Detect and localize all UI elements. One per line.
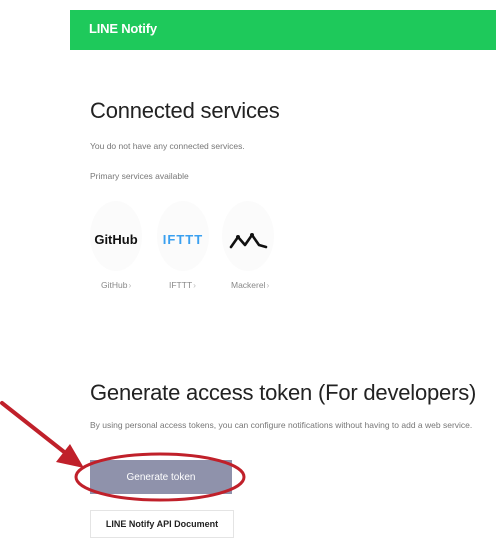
api-document-link[interactable]: LINE Notify API Document — [90, 510, 234, 538]
ifttt-logo: IFTTT — [163, 232, 203, 247]
connected-services-title: Connected services — [90, 98, 280, 123]
app-header: LINE Notify — [70, 10, 496, 50]
service-mackerel[interactable] — [222, 201, 274, 281]
service-label-github[interactable]: GitHub› — [101, 280, 131, 290]
github-logo: GitHub — [94, 232, 137, 247]
generate-token-title: Generate access token (For developers) — [90, 380, 477, 405]
generate-token-description: By using personal access tokens, you can… — [90, 420, 473, 430]
red-arrow-head — [56, 444, 84, 468]
no-services-text: You do not have any connected services. — [90, 141, 245, 151]
primary-services-label: Primary services available — [90, 171, 189, 181]
service-label-ifttt[interactable]: IFTTT› — [169, 280, 196, 290]
svg-text:IFTTT: IFTTT — [163, 232, 203, 247]
service-label-mackerel[interactable]: Mackerel› — [231, 280, 269, 290]
service-github[interactable]: GitHub — [90, 201, 142, 281]
red-arrow-shaft — [0, 401, 70, 457]
svg-text:GitHub: GitHub — [94, 232, 137, 247]
app-title: LINE Notify — [89, 21, 157, 36]
generate-token-button[interactable]: Generate token — [90, 460, 232, 494]
mackerel-logo — [229, 233, 268, 249]
service-ifttt[interactable]: IFTTT — [157, 201, 209, 281]
